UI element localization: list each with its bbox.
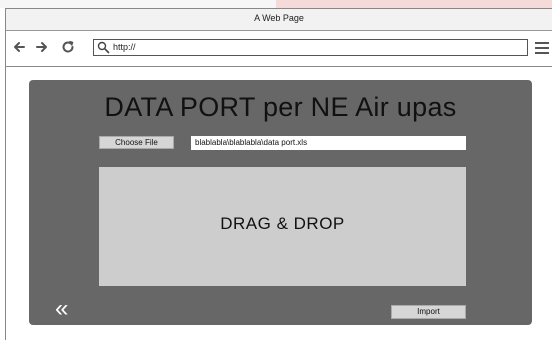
choose-file-button[interactable]: Choose File [99, 136, 174, 149]
drag-drop-label: DRAG & DROP [220, 214, 345, 233]
hamburger-menu-icon[interactable] [535, 42, 549, 54]
forward-arrow-icon[interactable] [34, 40, 50, 56]
window-title: A Web Page [254, 13, 304, 23]
top-strip-left [0, 0, 276, 8]
file-path-field[interactable]: blablabla\blablabla\data port.xls [191, 136, 466, 150]
nav-bar: http:// [6, 31, 552, 67]
title-bar: A Web Page [6, 9, 552, 31]
url-text[interactable]: http:// [113, 42, 136, 52]
data-port-panel: DATA PORT per NE Air upas Choose File bl… [29, 80, 532, 325]
top-strip [0, 0, 552, 8]
search-icon [97, 41, 110, 54]
page-title: DATA PORT per NE Air upas [104, 92, 457, 122]
browser-window: A Web Page http:// DATA PORT per NE Air … [5, 8, 552, 340]
top-strip-right [276, 0, 552, 8]
address-bar[interactable]: http:// [93, 39, 528, 56]
reload-icon[interactable] [60, 40, 76, 56]
back-arrow-icon[interactable] [11, 40, 27, 56]
back-double-chevron-icon[interactable]: « [55, 297, 79, 321]
import-button[interactable]: Import [391, 305, 466, 319]
drag-drop-zone[interactable]: DRAG & DROP [99, 167, 466, 286]
